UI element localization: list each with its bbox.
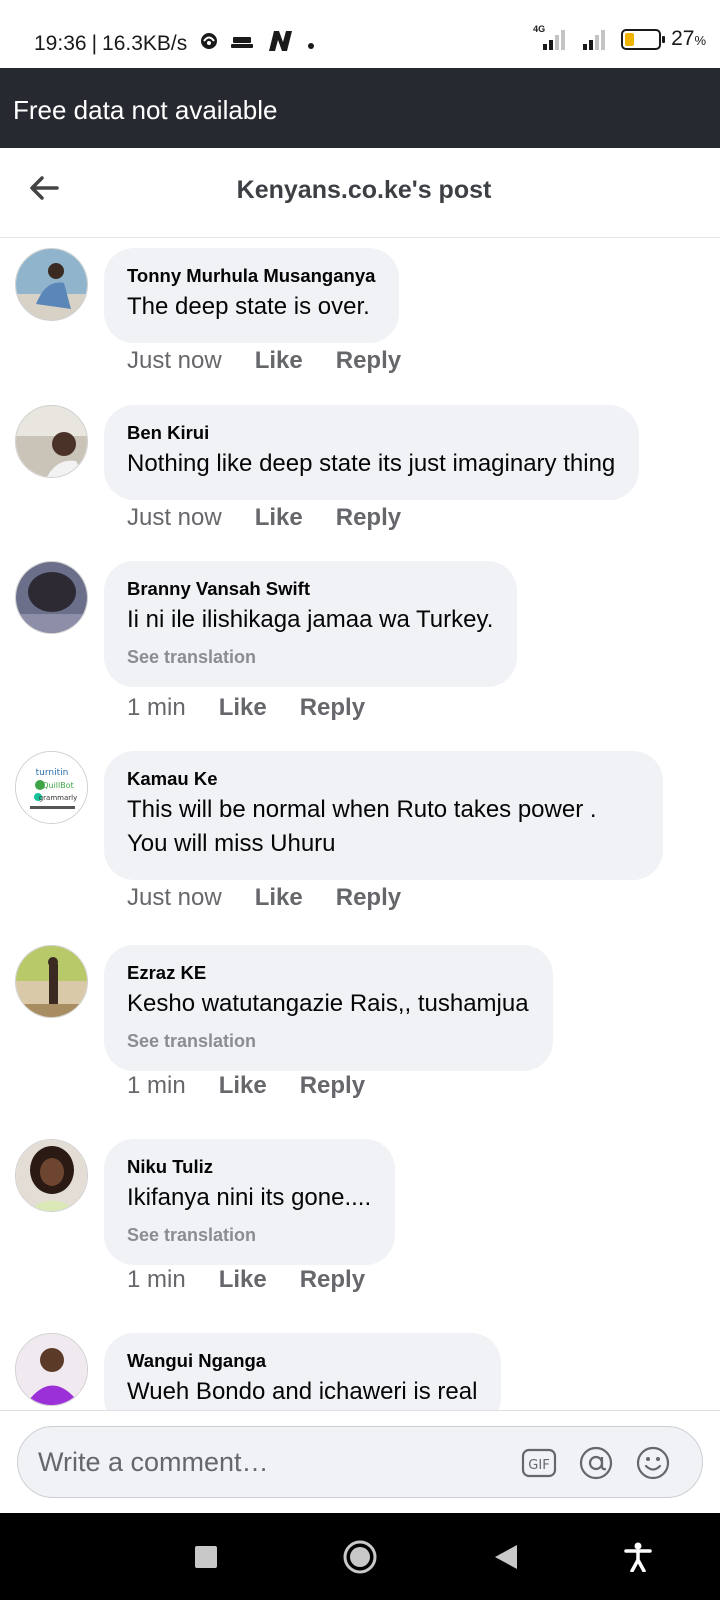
comment-text: This will be normal when Ruto takes powe… [127,796,597,857]
page-title: Kenyans.co.ke's post [236,176,492,204]
see-translation-link[interactable]: See translation [127,1224,371,1246]
comment-text: Wueh Bondo and ichaweri is real [127,1378,478,1405]
comment-time: Just now [127,884,222,911]
comment-time: 1 min [127,1072,186,1099]
accessibility-icon [624,1542,652,1572]
comment-text: Kesho watutangazie Rais,, tushamjua [127,990,529,1017]
comment-composer: GIF [0,1410,720,1513]
back-icon [495,1545,517,1569]
reply-button[interactable]: Reply [336,504,401,532]
avatar-text: QuillBot [42,781,74,790]
battery-icon [621,28,666,50]
battery-percent: 27% [671,27,706,50]
recent-apps-button[interactable] [184,1535,228,1579]
comment-bubble[interactable]: Ezraz KE Kesho watutangazie Rais,, tusha… [104,945,553,1071]
at-mention-icon[interactable] [578,1445,614,1481]
comment-actions: Just now Like Reply [127,884,401,912]
comment-text: The deep state is over. [127,293,370,320]
comment-author[interactable]: Ezraz KE [127,962,529,984]
comment-bubble[interactable]: Tonny Murhula Musanganya The deep state … [104,248,400,343]
comment-author[interactable]: Tonny Murhula Musanganya [127,265,375,287]
emoji-icon[interactable] [635,1445,671,1481]
comment-list[interactable]: Tonny Murhula Musanganya The deep state … [0,239,720,1410]
avatar-text: turnitin [36,768,69,778]
comment-text: Nothing like deep state its just imagina… [127,450,616,477]
comment-author[interactable]: Branny Vansah Swift [127,578,493,600]
comment-bubble[interactable]: Niku Tuliz Ikifanya nini its gone.... Se… [104,1139,396,1265]
cast-icon [231,32,254,56]
comment-time: 1 min [127,1266,186,1293]
free-data-banner: Free data not available [0,68,720,148]
like-button[interactable]: Like [219,1072,267,1100]
post-header: Kenyans.co.ke's post [0,148,720,238]
comment-input[interactable] [38,1444,508,1480]
comment-actions: Just now Like Reply [127,347,401,375]
comment-bubble[interactable]: Branny Vansah Swift Ii ni ile ilishikaga… [104,561,518,687]
status-bar-left: 19:36 | 16.3KB/s [34,29,315,59]
banner-text: Free data not available [13,95,278,125]
system-back-button[interactable] [484,1535,528,1579]
recent-apps-icon [195,1546,217,1568]
avatar-text: grammarly [39,794,78,802]
avatar[interactable] [15,1139,88,1212]
network-speed: 16.3KB/s [102,32,188,55]
reply-button[interactable]: Reply [300,694,365,722]
avatar[interactable]: turnitin QuillBot grammarly [15,751,88,824]
like-button[interactable]: Like [219,1266,267,1294]
reply-button[interactable]: Reply [300,1072,365,1100]
gif-icon[interactable]: GIF [521,1445,557,1481]
home-button[interactable] [338,1535,382,1579]
status-separator: | [91,32,98,55]
home-icon [343,1540,377,1574]
comment-author[interactable]: Kamau Ke [127,768,639,790]
reply-button[interactable]: Reply [300,1266,365,1294]
avatar[interactable] [15,945,88,1018]
hotspot-icon [199,31,219,57]
reply-button[interactable]: Reply [336,347,401,375]
avatar[interactable] [15,561,88,634]
like-button[interactable]: Like [255,504,303,532]
accessibility-button[interactable] [616,1535,660,1579]
comment-time: Just now [127,504,222,531]
like-button[interactable]: Like [219,694,267,722]
comment-actions: 1 min Like Reply [127,694,365,722]
comment-bubble[interactable]: Ben Kirui Nothing like deep state its ju… [104,405,640,500]
network-type: 4G [533,24,546,34]
clock: 19:36 [34,32,87,55]
comment-bubble[interactable]: Kamau Ke This will be normal when Ruto t… [104,751,663,880]
comment-actions: 1 min Like Reply [127,1266,365,1294]
battery-level [625,32,635,46]
avatar[interactable] [15,1333,88,1406]
comment-author[interactable]: Niku Tuliz [127,1156,371,1178]
comment-time: Just now [127,347,222,374]
dot-icon [307,32,315,56]
reply-button[interactable]: Reply [336,884,401,912]
like-button[interactable]: Like [255,347,303,375]
n-app-icon [265,29,295,59]
comment-bubble[interactable]: Wangui Nganga Wueh Bondo and ichaweri is… [104,1333,502,1410]
status-bar: 19:36 | 16.3KB/s 4G 27% [0,0,720,68]
comment-input-container[interactable]: GIF [17,1426,703,1498]
signal-icon: 4G [533,24,567,50]
status-bar-right: 4G 27% [533,24,706,51]
like-button[interactable]: Like [255,884,303,912]
comment-time: 1 min [127,694,186,721]
gif-label: GIF [528,1458,549,1473]
avatar[interactable] [15,248,88,321]
comment-text: Ii ni ile ilishikaga jamaa wa Turkey. [127,606,494,633]
signal-icon [577,28,611,50]
comment-actions: 1 min Like Reply [127,1072,365,1100]
comment-author[interactable]: Ben Kirui [127,422,615,444]
comment-actions: Just now Like Reply [127,504,401,532]
comment-author[interactable]: Wangui Nganga [127,1350,477,1372]
see-translation-link[interactable]: See translation [127,646,493,668]
system-navigation-bar [0,1513,720,1600]
comment-text: Ikifanya nini its gone.... [127,1184,372,1211]
avatar[interactable] [15,405,88,478]
see-translation-link[interactable]: See translation [127,1030,529,1052]
